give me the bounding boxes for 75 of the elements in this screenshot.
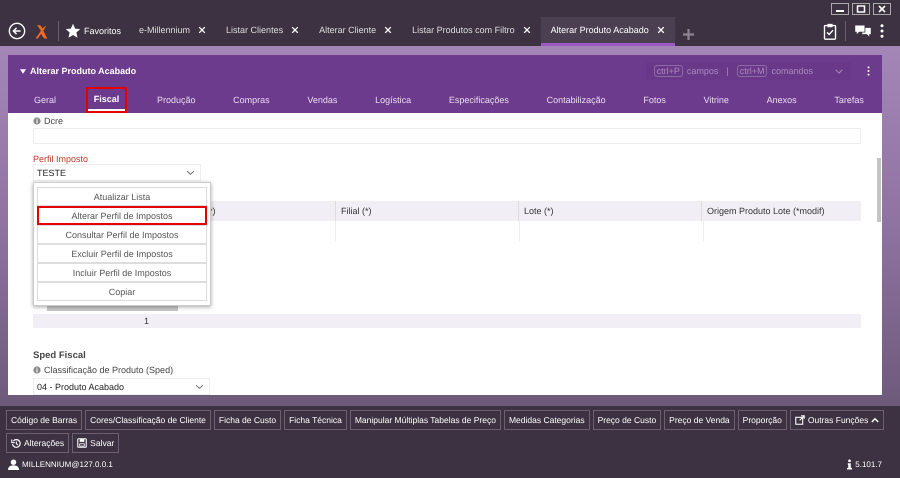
- chevron-down-icon: [186, 170, 195, 176]
- save-icon: [77, 438, 88, 448]
- action-button[interactable]: Outras Funções: [790, 410, 884, 430]
- shortcut-label: campos: [686, 66, 718, 76]
- menu-item[interactable]: Copiar: [37, 282, 207, 302]
- star-icon: [65, 23, 81, 39]
- favorites-button[interactable]: Favoritos: [63, 23, 130, 39]
- action-button[interactable]: Preço de Custo: [592, 410, 662, 430]
- action-button[interactable]: Ficha Técnica: [284, 410, 347, 430]
- app-tab[interactable]: e-Millennium: [129, 16, 216, 46]
- form-tab[interactable]: Vitrine: [698, 89, 735, 111]
- form-tab[interactable]: Tarefas: [828, 89, 870, 111]
- form-tab[interactable]: Produção: [150, 89, 202, 111]
- action-button[interactable]: Alterações: [6, 433, 70, 453]
- shortcut-label: comandos: [771, 66, 813, 76]
- dropdown-field[interactable]: TESTE: [33, 164, 201, 182]
- dropdown-field[interactable]: 04 - Produto Acabado: [33, 378, 210, 395]
- scrollbar-thumb[interactable]: [877, 158, 881, 222]
- back-icon[interactable]: [8, 22, 26, 40]
- form-tab[interactable]: Contabilização: [540, 89, 612, 111]
- add-tab-icon[interactable]: [682, 28, 694, 40]
- form-tab[interactable]: Fotos: [637, 89, 672, 111]
- shortcut-key: ctrl+M: [736, 65, 768, 77]
- form-tab[interactable]: Geral: [28, 89, 62, 111]
- info-icon: [33, 117, 41, 126]
- app-tab[interactable]: Alterar Cliente: [309, 16, 402, 46]
- logo-icon[interactable]: [34, 22, 48, 40]
- app-tab[interactable]: Listar Produtos com Filtro: [402, 16, 541, 46]
- maximize-icon[interactable]: [852, 3, 870, 15]
- action-button[interactable]: Ficha de Custo: [214, 410, 282, 430]
- action-button[interactable]: Preço de Venda: [664, 410, 735, 430]
- version-label: 5.101.7: [847, 458, 882, 470]
- form-title[interactable]: Alterar Produto Acabado: [20, 66, 136, 76]
- action-button[interactable]: Manipular Múltiplas Tabelas de Preço: [350, 410, 501, 430]
- app-tab[interactable]: Alterar Produto Acabado: [540, 16, 675, 46]
- field-label: Classificação de Produto (Sped): [33, 364, 174, 375]
- form-tab[interactable]: Fiscal: [88, 89, 126, 111]
- close-icon[interactable]: [873, 3, 891, 15]
- separator-label: |: [726, 66, 729, 76]
- menu-item[interactable]: Atualizar Lista: [37, 187, 207, 206]
- history-icon: [11, 438, 21, 448]
- section-title: Sped Fiscal: [33, 350, 86, 363]
- menu-item[interactable]: Incluir Perfil de Impostos: [37, 263, 207, 282]
- collapse-icon[interactable]: [20, 68, 26, 74]
- field-label: Perfil Imposto: [33, 154, 88, 164]
- chevron-up-icon: [871, 417, 880, 423]
- menu-item[interactable]: Excluir Perfil de Impostos: [37, 244, 207, 264]
- action-button[interactable]: Cores/Classificação de Cliente: [85, 410, 211, 430]
- action-button[interactable]: Proporção: [738, 410, 787, 430]
- more-icon[interactable]: [880, 24, 884, 38]
- info-icon: [847, 458, 852, 470]
- action-button[interactable]: Salvar: [72, 433, 120, 453]
- external-icon: [794, 415, 805, 425]
- menu-item[interactable]: Consultar Perfil de Impostos: [37, 225, 207, 244]
- menu-item[interactable]: Alterar Perfil de Impostos: [37, 206, 207, 226]
- app-tab[interactable]: Listar Clientes: [216, 16, 310, 46]
- user-icon: [8, 458, 19, 470]
- form-tab[interactable]: Especificações: [442, 89, 515, 111]
- chevron-down-icon[interactable]: [835, 68, 843, 74]
- action-button[interactable]: Código de Barras: [6, 410, 82, 430]
- user-label: MILLENNIUM@127.0.0.1: [8, 458, 113, 470]
- action-button[interactable]: Medidas Categorias: [504, 410, 590, 430]
- form-tab[interactable]: Compras: [227, 89, 276, 111]
- shortcut-key: ctrl+P: [654, 65, 683, 77]
- form-tab[interactable]: Vendas: [301, 89, 344, 111]
- clipboard-icon[interactable]: [823, 22, 837, 40]
- chat-icon[interactable]: [854, 24, 872, 38]
- form-tab[interactable]: Logística: [369, 89, 418, 111]
- page-number[interactable]: 1: [144, 316, 150, 326]
- minimize-icon[interactable]: [831, 3, 849, 15]
- info-icon: [33, 366, 41, 374]
- form-tab[interactable]: Anexos: [760, 89, 803, 111]
- chevron-down-icon: [195, 384, 204, 390]
- field-label: Dcre: [33, 116, 64, 126]
- more-icon[interactable]: [867, 66, 870, 76]
